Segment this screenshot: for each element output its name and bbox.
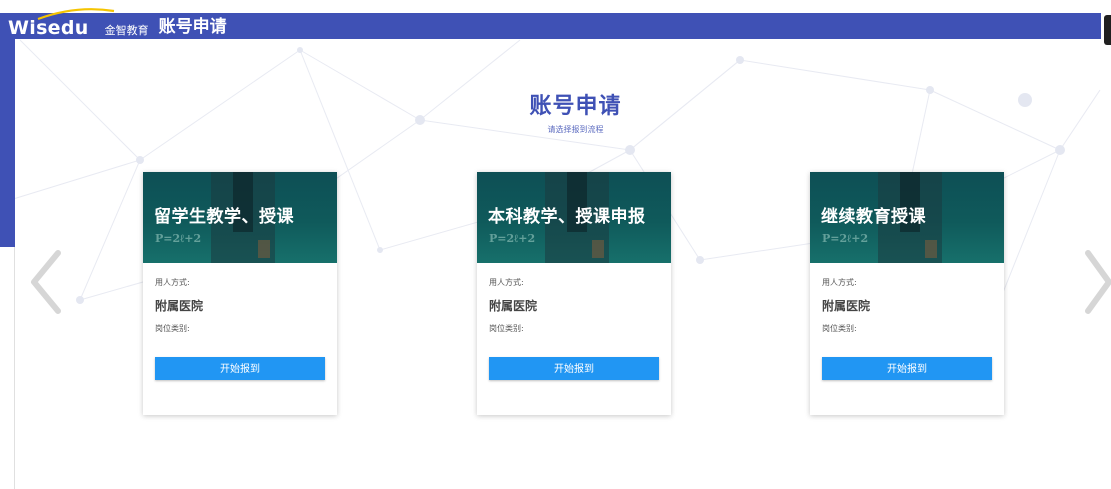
- process-card: P=2ℓ+2 本科教学、授课申报 用人方式: 附属医院 岗位类别: 开始报到: [477, 172, 671, 415]
- banner-formula: P=2ℓ+2: [822, 232, 869, 245]
- app-title: 账号申请: [158, 16, 227, 37]
- chevron-left-icon[interactable]: [28, 247, 62, 317]
- process-card: P=2ℓ+2 继续教育授课 用人方式: 附属医院 岗位类别: 开始报到: [810, 172, 1004, 415]
- avatar-edge[interactable]: [1104, 15, 1111, 45]
- start-report-button[interactable]: 开始报到: [822, 357, 992, 380]
- card-title: 本科教学、授课申报: [488, 207, 646, 227]
- page-subtitle: 请选择报到流程: [547, 125, 604, 134]
- card-title: 留学生教学、授课: [154, 207, 294, 227]
- employment-value: 附属医院: [155, 299, 204, 313]
- employment-value: 附属医院: [822, 299, 871, 313]
- employment-label: 用人方式:: [489, 278, 524, 287]
- start-report-button[interactable]: 开始报到: [155, 357, 325, 380]
- left-divider: [14, 247, 15, 489]
- banner-formula: P=2ℓ+2: [489, 232, 536, 245]
- page-hero: 账号申请 请选择报到流程: [0, 88, 1111, 135]
- process-card: P=2ℓ+2 留学生教学、授课 用人方式: 附属医院 岗位类别: 开始报到: [143, 172, 337, 415]
- employment-label: 用人方式:: [822, 278, 857, 287]
- card-banner: P=2ℓ+2 留学生教学、授课: [143, 172, 337, 263]
- brand: Wisedu 金智教育 账号申请: [8, 8, 227, 39]
- start-report-button[interactable]: 开始报到: [489, 357, 659, 380]
- card-banner: P=2ℓ+2 继续教育授课: [810, 172, 1004, 263]
- employment-label: 用人方式:: [155, 278, 190, 287]
- logo-subtitle: 金智教育: [104, 24, 149, 37]
- category-label: 岗位类别:: [489, 324, 524, 333]
- page-title: 账号申请: [529, 94, 622, 119]
- banner-formula: P=2ℓ+2: [155, 232, 202, 245]
- category-label: 岗位类别:: [822, 324, 857, 333]
- chevron-right-icon[interactable]: [1084, 247, 1111, 317]
- left-side-rail: [0, 39, 15, 247]
- employment-value: 附属医院: [489, 299, 538, 313]
- card-banner: P=2ℓ+2 本科教学、授课申报: [477, 172, 671, 263]
- card-title: 继续教育授课: [821, 207, 926, 227]
- logo-swoosh-icon: [37, 8, 115, 21]
- category-label: 岗位类别:: [155, 324, 190, 333]
